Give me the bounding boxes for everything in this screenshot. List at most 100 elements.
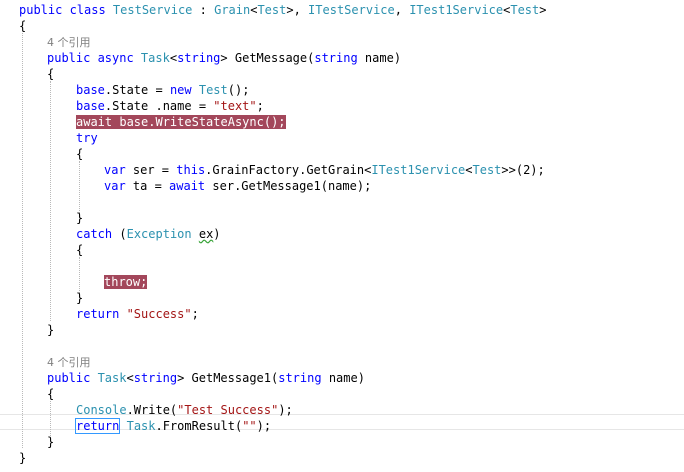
- code-line: Console.Write("Test Success");: [76, 402, 293, 418]
- code-token: new: [169, 83, 199, 97]
- code-line: }: [76, 210, 83, 226]
- code-token: ,: [394, 3, 410, 17]
- code-token: name): [321, 371, 365, 385]
- code-line: {: [19, 18, 26, 34]
- code-token: string: [133, 371, 178, 385]
- code-line: 4 个引用: [47, 354, 91, 370]
- code-token: }: [47, 323, 55, 337]
- code-line: public class TestService : Grain<Test>, …: [19, 2, 547, 18]
- code-line: var ta = await ser.GetMessage1(name);: [104, 178, 371, 194]
- code-token: TestService: [112, 3, 193, 17]
- code-token: > GetMessage1(: [177, 371, 279, 385]
- code-token: >>(2);: [501, 163, 545, 177]
- code-token: );: [256, 419, 272, 433]
- code-token: }: [76, 211, 84, 225]
- code-token: Test: [472, 163, 502, 177]
- code-token: Exception: [126, 227, 199, 241]
- code-line: await base.WriteStateAsync();: [76, 114, 286, 130]
- indent-guide-method1: [50, 81, 51, 321]
- code-line: return Task.FromResult("");: [75, 418, 272, 434]
- code-line: 4 个引用: [47, 34, 91, 50]
- code-token: {: [19, 19, 27, 33]
- code-token: Grain: [214, 3, 251, 17]
- code-line: public async Task<string> GetMessage(str…: [47, 50, 401, 66]
- code-token: Task: [97, 371, 127, 385]
- code-token: );: [278, 403, 293, 417]
- code-token: {: [76, 147, 84, 161]
- code-line: {: [76, 242, 83, 258]
- code-token: string: [278, 371, 322, 385]
- code-token: "": [242, 419, 257, 433]
- code-line: try: [76, 130, 98, 146]
- code-token: catch: [76, 227, 120, 241]
- code-token: ta =: [132, 179, 170, 193]
- code-token: this: [176, 163, 206, 177]
- code-token: .FromResult(: [155, 419, 243, 433]
- code-token: return: [76, 307, 127, 321]
- codelens-reference-count[interactable]: 4 个引用: [47, 36, 91, 49]
- code-line: {: [47, 66, 54, 82]
- code-token: :: [192, 3, 215, 17]
- breakpoint-highlight: await base.WriteStateAsync();: [76, 115, 286, 129]
- code-token: >,: [286, 3, 309, 17]
- code-token: <: [169, 51, 178, 65]
- code-line: catch (Exception ex): [76, 226, 221, 242]
- indent-guide-class: [22, 33, 23, 448]
- code-token: public async: [47, 51, 141, 65]
- code-line: }: [19, 450, 26, 466]
- code-token: {: [47, 387, 55, 401]
- code-token: > GetMessage(: [220, 51, 315, 65]
- breakpoint-highlight: throw;: [104, 275, 148, 289]
- code-token: .State .name =: [104, 99, 214, 113]
- code-token: public class: [19, 3, 113, 17]
- code-token: Task: [126, 419, 156, 433]
- code-token: base: [76, 83, 105, 97]
- code-line: var ser = this.GrainFactory.GetGrain<ITe…: [104, 162, 545, 178]
- code-line: base.State = new Test();: [76, 82, 249, 98]
- codelens-reference-count[interactable]: 4 个引用: [47, 356, 91, 369]
- code-token: ;: [256, 99, 264, 113]
- code-token: await: [169, 179, 213, 193]
- code-token: ): [213, 227, 221, 241]
- code-token: <: [465, 163, 473, 177]
- code-token: string: [314, 51, 358, 65]
- code-line: public Task<string> GetMessage1(string n…: [47, 370, 365, 386]
- code-token: return: [75, 418, 121, 434]
- code-token: Console: [76, 403, 127, 417]
- code-token: ITest1Service: [371, 163, 466, 177]
- code-line: }: [76, 290, 83, 306]
- code-line: }: [47, 322, 54, 338]
- code-token: (: [119, 227, 127, 241]
- code-token: <: [126, 371, 134, 385]
- code-token: .Write(: [126, 403, 178, 417]
- code-token: }: [47, 435, 55, 449]
- code-line: base.State .name = "text";: [76, 98, 264, 114]
- code-line: {: [47, 386, 54, 402]
- code-line: }: [47, 434, 54, 450]
- code-line: return "Success";: [76, 306, 199, 322]
- code-token: ITest1Service: [409, 3, 504, 17]
- code-token: ser.GetMessage1(name);: [212, 179, 372, 193]
- code-token: Test: [510, 3, 540, 17]
- code-token: }: [76, 291, 84, 305]
- code-token: var: [104, 179, 133, 193]
- code-token: name): [357, 51, 402, 65]
- code-token: ();: [227, 83, 250, 97]
- code-token: base: [76, 99, 105, 113]
- code-editor[interactable]: public class TestService : Grain<Test>, …: [0, 0, 684, 472]
- code-token: public: [47, 371, 98, 385]
- code-token: ;: [191, 307, 199, 321]
- code-line: throw;: [104, 274, 148, 290]
- code-token: ITestService: [308, 3, 395, 17]
- indent-guide-method2: [50, 401, 51, 436]
- code-token: Test: [257, 3, 287, 17]
- code-line: {: [76, 146, 83, 162]
- code-token: {: [47, 67, 55, 81]
- code-token: ser =: [132, 163, 177, 177]
- code-token: "Test Success": [177, 403, 279, 417]
- indent-guide-try: [79, 161, 80, 217]
- code-token: Task: [140, 51, 170, 65]
- code-token: "Success": [126, 307, 192, 321]
- code-token: ex: [198, 227, 214, 241]
